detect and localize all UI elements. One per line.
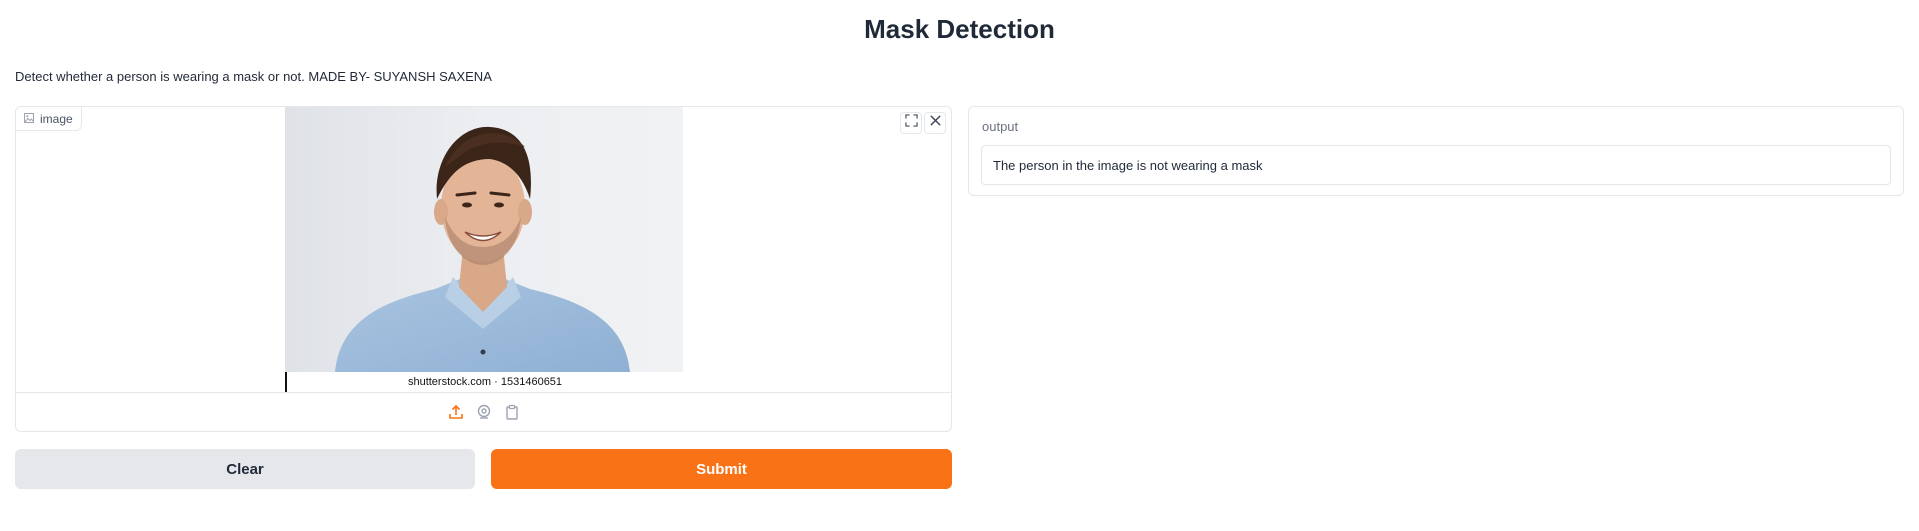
fullscreen-icon xyxy=(904,114,918,132)
fullscreen-button[interactable] xyxy=(900,112,922,134)
image-input-label-text: image xyxy=(40,111,73,126)
close-icon xyxy=(929,114,942,132)
upload-icon[interactable] xyxy=(447,403,465,421)
clear-image-button[interactable] xyxy=(924,112,946,134)
image-preview[interactable]: shutterstock.com · 1531460651 xyxy=(16,107,951,392)
clear-button[interactable]: Clear xyxy=(15,449,475,489)
submit-button[interactable]: Submit xyxy=(491,449,952,489)
image-input-panel[interactable]: image shutterstock.com · 1531460651 xyxy=(15,106,952,432)
webcam-icon[interactable] xyxy=(475,403,493,421)
uploaded-photo xyxy=(285,107,683,372)
output-textbox[interactable]: The person in the image is not wearing a… xyxy=(981,145,1891,185)
image-icon xyxy=(24,112,34,126)
clipboard-icon[interactable] xyxy=(503,403,521,421)
page-description: Detect whether a person is wearing a mas… xyxy=(15,69,492,84)
output-panel: output The person in the image is not we… xyxy=(968,106,1904,196)
image-source-selector xyxy=(16,392,951,431)
page-title: Mask Detection xyxy=(864,14,1055,44)
image-input-label: image xyxy=(16,107,82,131)
photo-watermark-caption: shutterstock.com · 1531460651 xyxy=(285,372,683,392)
output-label: output xyxy=(982,119,1019,134)
